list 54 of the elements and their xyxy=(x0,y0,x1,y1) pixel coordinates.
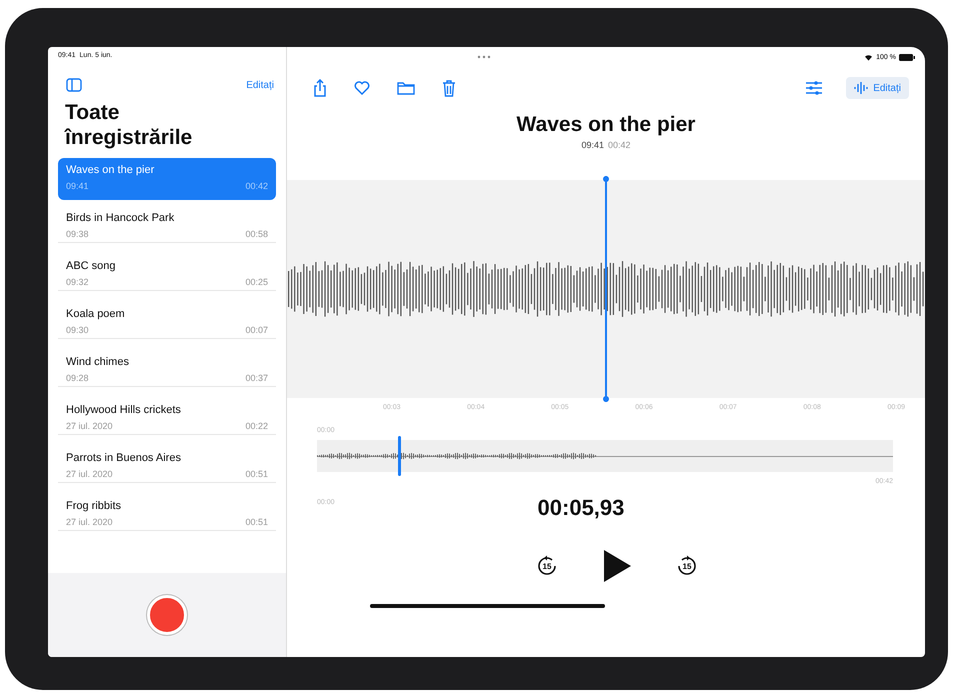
recording-duration: 00:42 xyxy=(245,181,268,191)
recording-name: Birds in Hancock Park xyxy=(66,212,176,224)
recording-duration: 00:51 xyxy=(245,517,268,527)
recording-item[interactable]: Parrots in Buenos Aires 27 iul. 2020 00:51 xyxy=(58,446,276,483)
skip-forward-button[interactable]: 15 xyxy=(676,555,698,577)
playback-timer: 00:05,93 xyxy=(538,495,624,521)
record-button[interactable] xyxy=(147,595,187,635)
recording-duration: 00:25 xyxy=(245,277,268,287)
recording-length: 00:42 xyxy=(608,140,631,150)
position-marker[interactable] xyxy=(398,436,401,476)
sidebar-toggle-icon[interactable] xyxy=(66,78,82,92)
recording-duration: 00:58 xyxy=(245,229,268,239)
recording-date: 09:41 xyxy=(66,181,89,191)
recording-item[interactable]: Hollywood Hills crickets 27 iul. 2020 00:22 xyxy=(58,398,276,435)
playhead[interactable] xyxy=(603,176,609,402)
recording-name: Parrots in Buenos Aires xyxy=(66,452,182,464)
recording-name: Waves on the pier xyxy=(66,164,156,176)
edit-link[interactable]: Editați xyxy=(246,80,274,90)
skip-back-button[interactable]: 15 xyxy=(536,555,558,577)
recording-date: 09:30 xyxy=(66,325,89,335)
sliders-icon[interactable] xyxy=(805,81,824,95)
recording-name: Hollywood Hills crickets xyxy=(66,404,182,416)
play-icon[interactable] xyxy=(602,549,632,583)
recording-item[interactable]: Birds in Hancock Park 09:38 00:58 xyxy=(58,206,276,243)
recording-date: 09:28 xyxy=(66,373,89,383)
recording-time: 09:41 xyxy=(581,140,604,150)
recording-duration: 00:22 xyxy=(245,421,268,431)
more-dots-icon[interactable] xyxy=(477,55,491,59)
recording-date: 09:32 xyxy=(66,277,89,287)
recording-date: 09:38 xyxy=(66,229,89,239)
trash-icon[interactable] xyxy=(442,80,456,96)
recording-item[interactable]: Wind chimes 09:28 00:37 xyxy=(58,350,276,387)
recording-item[interactable]: Frog ribbits 27 iul. 2020 00:51 xyxy=(58,494,276,531)
recording-duration: 00:51 xyxy=(245,469,268,479)
recording-date: 27 iul. 2020 xyxy=(66,421,113,431)
recording-duration: 00:37 xyxy=(245,373,268,383)
recording-name: Wind chimes xyxy=(66,356,130,368)
recording-date: 27 iul. 2020 xyxy=(66,517,113,527)
recording-name: Koala poem xyxy=(66,308,126,320)
recording-title: Waves on the pier xyxy=(516,113,696,137)
sidebar-title: Toate înregistrările xyxy=(65,100,194,150)
recording-item[interactable]: ABC song 09:32 00:25 xyxy=(58,254,276,291)
recording-item[interactable]: Koala poem 09:30 00:07 xyxy=(58,302,276,339)
recording-name: Frog ribbits xyxy=(66,500,122,512)
battery-icon xyxy=(899,54,915,60)
share-icon[interactable] xyxy=(313,79,327,97)
recording-name: ABC song xyxy=(66,260,117,272)
waveform-icon xyxy=(854,82,868,94)
recording-duration: 00:07 xyxy=(245,325,268,335)
recording-item[interactable]: Waves on the pier 09:41 00:42 xyxy=(58,158,276,200)
recording-date: 27 iul. 2020 xyxy=(66,469,113,479)
folder-icon[interactable] xyxy=(397,81,415,95)
wifi-icon xyxy=(864,54,874,60)
heart-icon[interactable] xyxy=(354,81,370,95)
